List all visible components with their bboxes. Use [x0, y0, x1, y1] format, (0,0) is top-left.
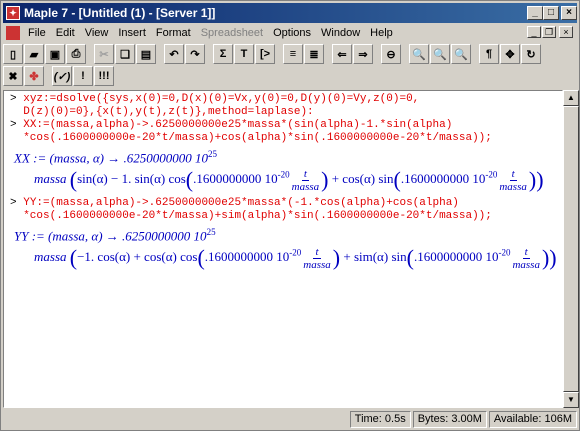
minimize-button[interactable]: _	[527, 6, 543, 20]
menu-spreadsheet[interactable]: Spreadsheet	[196, 27, 268, 39]
vertical-scrollbar[interactable]: ▲ ▼	[563, 90, 579, 408]
restart-icon[interactable]: ↻	[521, 44, 541, 64]
context-toolbar: ✖ ✤ (✓) ! !!!	[3, 65, 114, 87]
maple-window: ✦ Maple 7 - [Untitled (1) - [Server 1]] …	[0, 0, 580, 431]
indent-icon[interactable]: ≡	[283, 44, 303, 64]
forward-arrow-icon[interactable]: ⇒	[353, 44, 373, 64]
zoom-150-icon[interactable]: 🔍	[430, 44, 450, 64]
window-title: Maple 7 - [Untitled (1) - [Server 1]]	[24, 6, 216, 20]
yy-output-line1: YY := (massa, α) → .6250000000 1025	[14, 227, 216, 244]
status-bytes: Bytes: 3.00M	[412, 411, 487, 428]
menu-format[interactable]: Format	[151, 27, 196, 39]
paste-icon[interactable]: ▤	[136, 44, 156, 64]
open-icon[interactable]: ▰	[24, 44, 44, 64]
main-toolbar: ▯ ▰ ▣ ⎙ ✂ ❏ ▤ ↶ ↷ Σ T [> ≡ ≣ ⇐ ⇒ ⊖ 🔍 🔍 🔍…	[3, 43, 541, 65]
maple-leaf-icon: ✦	[6, 6, 20, 20]
command-2[interactable]: > XX:=(massa,alpha)->.6250000000e25*mass…	[10, 119, 492, 145]
zoom-200-icon[interactable]: 🔍	[451, 44, 471, 64]
status-time: Time: 0.5s	[349, 411, 411, 428]
status-bar: Time: 0.5s Bytes: 3.00M Available: 106M	[3, 411, 577, 430]
expand-icon[interactable]: ✥	[500, 44, 520, 64]
scroll-up-icon[interactable]: ▲	[563, 90, 579, 106]
scroll-thumb[interactable]	[563, 106, 579, 392]
zoom-100-icon[interactable]: 🔍	[409, 44, 429, 64]
paragraph-icon[interactable]: ¶	[479, 44, 499, 64]
execute-all-icon[interactable]: !!!	[94, 66, 114, 86]
doc-close-button[interactable]: ×	[559, 26, 573, 38]
prompt-icon[interactable]: [>	[255, 44, 275, 64]
status-available: Available: 106M	[488, 411, 577, 428]
menu-help[interactable]: Help	[365, 27, 398, 39]
worksheet[interactable]: > xyz:=dsolve({sys,x(0)=0,D(x)(0)=Vx,y(0…	[3, 90, 563, 408]
redo-icon[interactable]: ↷	[185, 44, 205, 64]
stop-icon[interactable]: ⊖	[381, 44, 401, 64]
yy-output-line2: massa (−1. cos(α) + cos(α) cos(.16000000…	[34, 245, 557, 271]
menu-bar: File Edit View Insert Format Spreadsheet…	[3, 24, 577, 42]
command-3[interactable]: > YY:=(massa,alpha)->.6250000000e25*mass…	[10, 197, 492, 223]
undo-icon[interactable]: ↶	[164, 44, 184, 64]
sigma-icon[interactable]: Σ	[213, 44, 233, 64]
close-button[interactable]: ×	[561, 6, 577, 20]
title-bar: ✦ Maple 7 - [Untitled (1) - [Server 1]] …	[3, 3, 577, 23]
menu-file[interactable]: File	[23, 27, 51, 39]
doc-minimize-button[interactable]: _	[527, 26, 541, 38]
menu-view[interactable]: View	[80, 27, 114, 39]
outdent-icon[interactable]: ≣	[304, 44, 324, 64]
command-1[interactable]: > xyz:=dsolve({sys,x(0)=0,D(x)(0)=Vx,y(0…	[10, 93, 419, 119]
doc-restore-button[interactable]: ❐	[542, 26, 556, 38]
menu-options[interactable]: Options	[268, 27, 316, 39]
xx-output-line2: massa (sin(α) − 1. sin(α) cos(.160000000…	[34, 167, 544, 193]
back-arrow-icon[interactable]: ⇐	[332, 44, 352, 64]
scroll-down-icon[interactable]: ▼	[563, 392, 579, 408]
text-icon[interactable]: T	[234, 44, 254, 64]
menu-window[interactable]: Window	[316, 27, 365, 39]
print-icon[interactable]: ⎙	[66, 44, 86, 64]
xx-output-line1: XX := (massa, α) → .6250000000 1025	[14, 149, 217, 166]
cut-icon[interactable]: ✂	[94, 44, 114, 64]
menu-insert[interactable]: Insert	[113, 27, 151, 39]
doc-icon[interactable]	[6, 26, 20, 40]
maximize-button[interactable]: □	[543, 6, 559, 20]
maple-leaf-tool-icon[interactable]: ✤	[24, 66, 44, 86]
expression-icon[interactable]: (✓)	[52, 66, 72, 86]
save-icon[interactable]: ▣	[45, 44, 65, 64]
close-x-icon[interactable]: ✖	[3, 66, 23, 86]
new-icon[interactable]: ▯	[3, 44, 23, 64]
execute-icon[interactable]: !	[73, 66, 93, 86]
copy-icon[interactable]: ❏	[115, 44, 135, 64]
menu-edit[interactable]: Edit	[51, 27, 80, 39]
